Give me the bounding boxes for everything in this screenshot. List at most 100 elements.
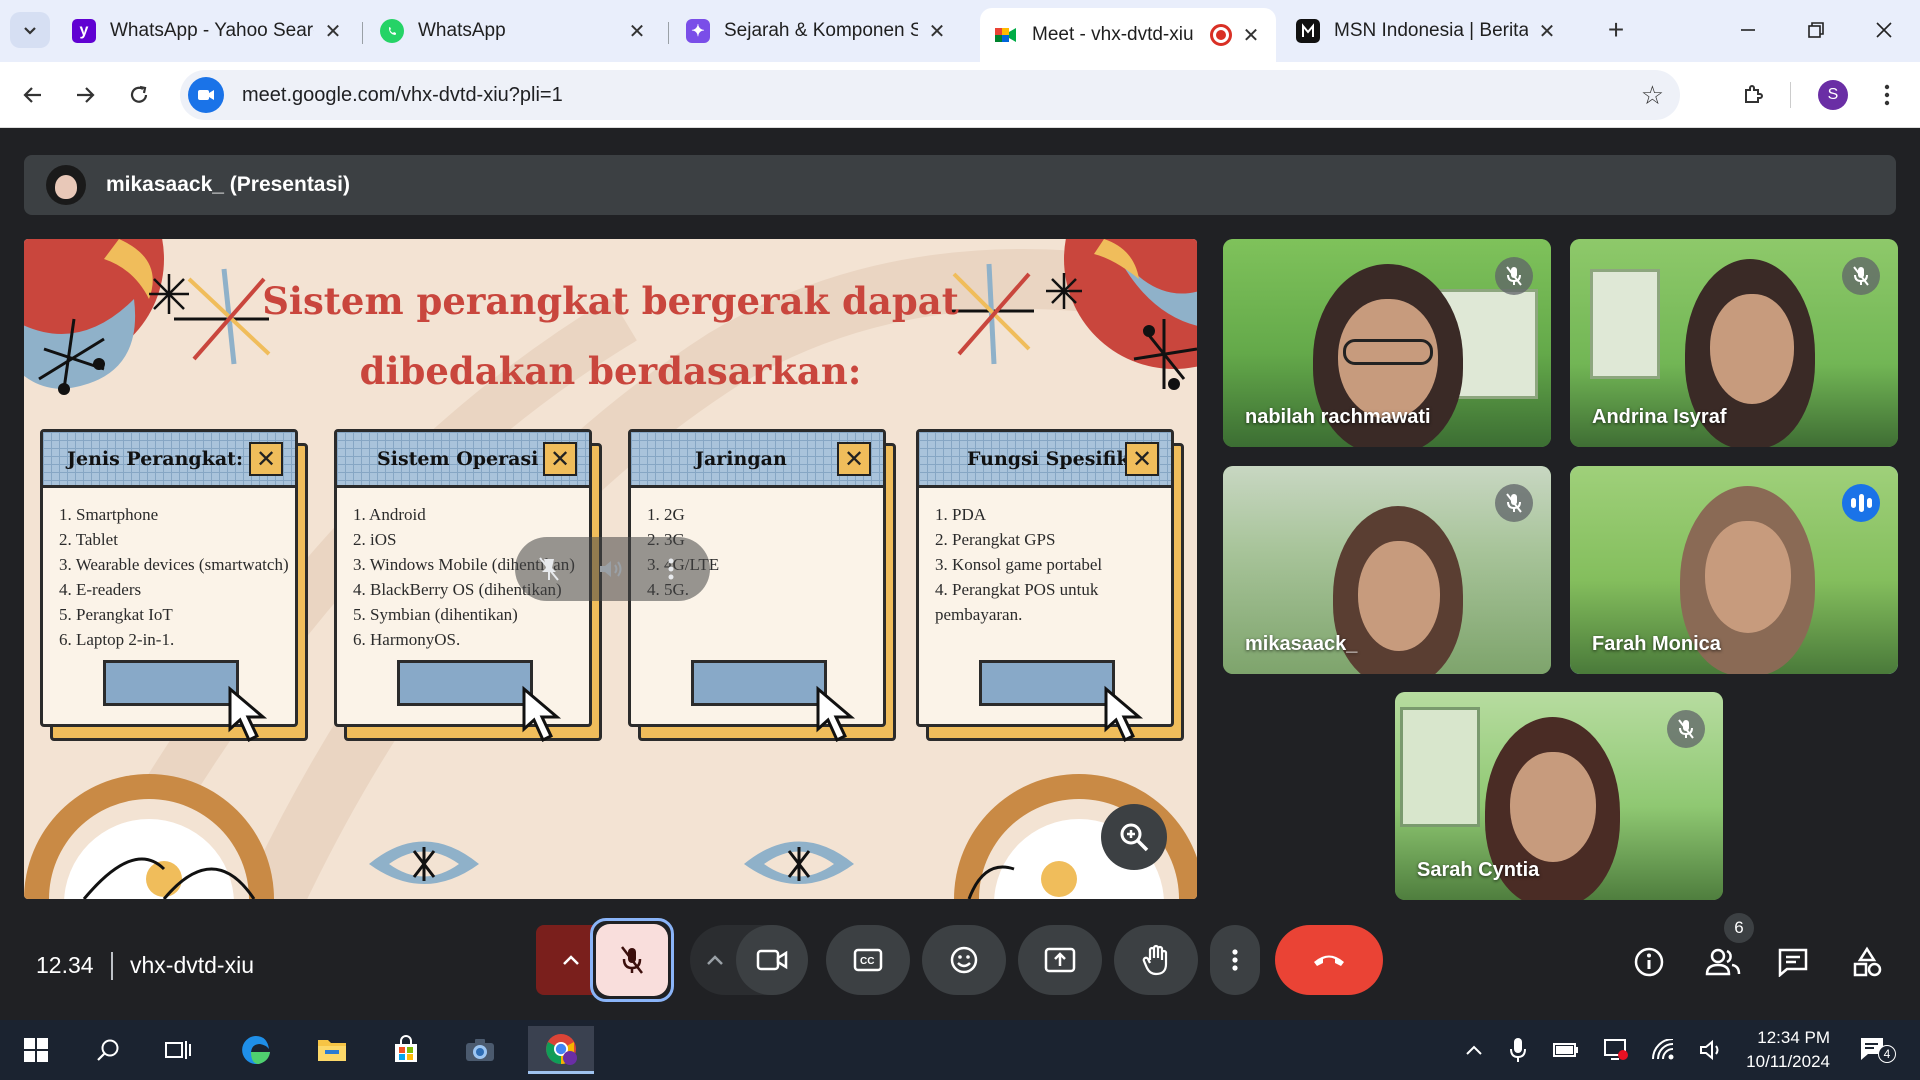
card-decor-button (397, 660, 533, 706)
close-icon[interactable]: ✕ (926, 19, 948, 44)
participant-tile[interactable]: Sarah Cyntia (1395, 692, 1723, 900)
taskbar-edge[interactable] (228, 1026, 284, 1074)
card-title: Fungsi Spesifik (967, 447, 1130, 470)
list-item: 5. Perangkat IoT (59, 605, 173, 624)
presenter-hover-controls (515, 537, 710, 601)
taskbar-store[interactable] (378, 1026, 434, 1074)
leave-call-button[interactable] (1275, 925, 1383, 995)
search-button[interactable] (80, 1026, 136, 1074)
clock-time: 12:34 PM (1757, 1028, 1830, 1047)
site-info-icon[interactable] (188, 77, 224, 113)
close-window-button[interactable] (1854, 8, 1914, 52)
participant-tile[interactable]: nabilah rachmawati (1223, 239, 1551, 447)
bookmark-star-icon[interactable]: ☆ (1641, 80, 1664, 111)
camera-button[interactable] (736, 925, 808, 995)
new-tab-button[interactable]: + (1598, 12, 1634, 48)
captions-button[interactable]: CC (826, 925, 910, 995)
card-body: Fungsi Spesifik ✕ 1. PDA 2. Perangkat GP… (916, 429, 1174, 727)
tab-msn[interactable]: MSN Indonesia | Berita Te ✕ (1282, 8, 1572, 54)
tab-separator (668, 22, 669, 44)
card-decor-button (979, 660, 1115, 706)
tab-meet[interactable]: Meet - vhx-dvtd-xiu ✕ (980, 8, 1276, 62)
recording-icon (1210, 24, 1232, 46)
url-text[interactable]: meet.google.com/vhx-dvtd-xiu?pli=1 (242, 84, 563, 107)
task-view-button[interactable] (150, 1026, 206, 1074)
extensions-button[interactable] (1732, 74, 1774, 116)
list-item: 6. HarmonyOS. (353, 630, 461, 649)
more-options-button[interactable] (655, 553, 687, 585)
close-icon[interactable]: ✕ (626, 19, 648, 44)
screen-record-tray[interactable] (1598, 1035, 1634, 1065)
participant-tile[interactable]: mikasaack_ (1223, 466, 1551, 674)
zoom-button[interactable] (1101, 804, 1167, 870)
video-background (1590, 269, 1660, 379)
back-button[interactable] (12, 74, 54, 116)
mic-off-icon (621, 946, 643, 974)
unpin-icon (539, 557, 559, 581)
network-tray[interactable] (1646, 1035, 1682, 1065)
meeting-time: 12.34 (36, 952, 94, 978)
tab-search-button[interactable] (10, 12, 50, 48)
present-screen-button[interactable] (1018, 925, 1102, 995)
meeting-details-button[interactable] (1624, 937, 1674, 987)
participant-tile[interactable]: Andrina Isyraf (1570, 239, 1898, 447)
start-button[interactable] (8, 1026, 64, 1074)
list-item: 3. Wearable devices (smartwatch) (59, 555, 289, 574)
more-options-button[interactable] (1210, 925, 1260, 995)
end-call-icon (1314, 955, 1344, 966)
toolbar-divider (1790, 82, 1791, 108)
restore-button[interactable] (1786, 8, 1846, 52)
forward-arrow-icon (77, 87, 95, 103)
participant-tile-active-speaker[interactable]: Farah Monica (1570, 466, 1898, 674)
forward-button[interactable] (64, 74, 106, 116)
people-button[interactable] (1698, 937, 1748, 987)
chat-button[interactable] (1768, 937, 1818, 987)
card-header: Sistem Operasi ✕ (337, 432, 589, 488)
minimize-button[interactable] (1718, 8, 1778, 52)
clock-date: 10/11/2024 (1746, 1052, 1830, 1071)
tab-whatsapp[interactable]: WhatsApp ✕ (366, 8, 662, 54)
kebab-menu-icon (1884, 84, 1890, 106)
browser-menu-button[interactable] (1866, 74, 1908, 116)
cursor-icon (1104, 685, 1144, 743)
profile-button[interactable]: S (1812, 74, 1854, 116)
list-item: 1. Smartphone (59, 505, 159, 524)
tab-label: MSN Indonesia | Berita Te (1334, 20, 1528, 41)
taskbar-file-explorer[interactable] (304, 1026, 360, 1074)
taskbar-clock[interactable]: 12:34 PM 10/11/2024 (1740, 1026, 1830, 1074)
volume-button[interactable] (595, 553, 627, 585)
microphone-button[interactable] (590, 918, 674, 1002)
reload-button[interactable] (118, 74, 160, 116)
participant-name: Sarah Cyntia (1417, 859, 1540, 881)
tab-label: WhatsApp - Yahoo Search (110, 20, 314, 41)
taskbar-camera[interactable] (452, 1026, 508, 1074)
windows-taskbar: 12:34 PM 10/11/2024 4 (0, 1020, 1920, 1080)
unpin-button[interactable] (533, 553, 565, 585)
reactions-button[interactable] (922, 925, 1006, 995)
mic-off-icon (1495, 257, 1533, 295)
volume-tray[interactable] (1694, 1035, 1730, 1065)
microphone-tray[interactable] (1500, 1035, 1536, 1065)
camera-icon (756, 949, 788, 971)
taskbar-chrome[interactable] (528, 1026, 594, 1074)
chevron-down-icon (24, 27, 36, 35)
mic-off-icon (1495, 484, 1533, 522)
tab-sejarah[interactable]: ✦ Sejarah & Komponen Sist ✕ (672, 8, 962, 54)
close-icon[interactable]: ✕ (1240, 23, 1262, 48)
list-item: 4. E-readers (59, 580, 142, 599)
participant-name: mikasaack_ (1245, 633, 1358, 655)
show-hidden-icons-button[interactable] (1456, 1035, 1492, 1065)
raise-hand-button[interactable] (1114, 925, 1198, 995)
svg-text:CC: CC (860, 956, 874, 967)
tab-yahoo[interactable]: y WhatsApp - Yahoo Search ✕ (58, 8, 358, 54)
slide-title: Sistem perangkat bergerak dapat (262, 279, 959, 323)
close-icon[interactable]: ✕ (1536, 19, 1558, 44)
activities-button[interactable] (1842, 937, 1892, 987)
hand-icon (1142, 944, 1168, 976)
battery-tray[interactable] (1548, 1035, 1584, 1065)
address-bar[interactable]: meet.google.com/vhx-dvtd-xiu?pli=1 ☆ (180, 70, 1680, 120)
close-icon (1876, 22, 1892, 38)
edge-icon (242, 1036, 270, 1064)
close-icon[interactable]: ✕ (322, 19, 344, 44)
notification-center-button[interactable]: 4 (1852, 1035, 1896, 1065)
